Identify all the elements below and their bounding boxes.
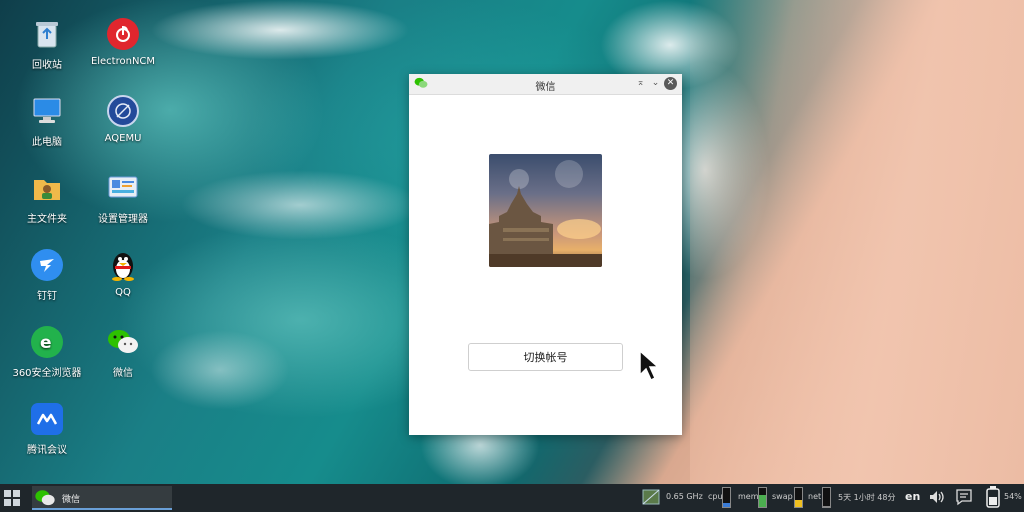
avatar: [489, 154, 602, 267]
window-titlebar[interactable]: 微信 ⌅ ⌄ ✕: [409, 74, 682, 95]
keep-on-top-icon[interactable]: ⌅: [634, 77, 647, 90]
cpu-label: cpu: [708, 492, 723, 501]
switch-account-button[interactable]: 切换帐号: [468, 343, 623, 371]
desktop-icon-aqemu[interactable]: AQEMU: [85, 95, 161, 144]
computer-icon: [31, 95, 63, 127]
close-icon[interactable]: ✕: [664, 77, 677, 90]
netease-music-icon: [107, 18, 139, 50]
taskbar-task-label: 微信: [62, 495, 81, 505]
mem-label: mem: [738, 492, 759, 501]
wechat-icon: [107, 326, 139, 358]
desktop-icon-label: QQ: [115, 287, 131, 298]
volume-icon[interactable]: [928, 488, 946, 508]
360-browser-icon: e: [31, 326, 63, 358]
wechat-icon: [34, 489, 56, 510]
mouse-cursor-icon: [638, 349, 662, 387]
desktop-icon-home-folder[interactable]: 主文件夹: [9, 172, 85, 225]
taskbar: 微信 0.65 GHz cpu mem swap net 5天 1小时 48分 …: [0, 484, 1024, 512]
cpu-freq-icon: [641, 487, 661, 509]
desktop-icon-wechat[interactable]: 微信: [85, 326, 161, 379]
minimize-chevron-icon[interactable]: ⌄: [649, 77, 662, 90]
uptime-text: 5天 1小时 48分: [838, 493, 896, 502]
desktop-icon-label: 360安全浏览器: [12, 368, 82, 379]
desktop-icon-label: 回收站: [32, 60, 62, 71]
dingtalk-icon: [31, 249, 63, 281]
net-label: net: [808, 492, 822, 501]
desktop-icon-qq[interactable]: QQ: [85, 249, 161, 298]
desktop-icon-label: 设置管理器: [98, 214, 148, 225]
mem-meter: [758, 487, 767, 508]
desktop-icon-label: 微信: [113, 368, 133, 379]
settings-manager-icon: [107, 172, 139, 204]
recycle-bin-icon: [31, 18, 63, 50]
desktop-icon-this-pc[interactable]: 此电脑: [9, 95, 85, 148]
desktop-icon-settings-manager[interactable]: 设置管理器: [85, 172, 161, 225]
qq-penguin-icon: [107, 249, 139, 281]
taskbar-task-wechat[interactable]: 微信: [32, 486, 172, 510]
desktop-icon-electronncm[interactable]: ElectronNCM: [85, 18, 161, 67]
svg-text:e: e: [40, 333, 52, 353]
desktop-icon-recycle-bin[interactable]: 回收站: [9, 18, 85, 71]
cpu-meter: [722, 487, 731, 508]
swap-meter: [794, 487, 803, 508]
desktop-icon-label: 钉钉: [37, 291, 57, 302]
battery-percent: 54%: [1004, 492, 1022, 501]
aqemu-icon: [107, 95, 139, 127]
desktop-icon-label: AQEMU: [104, 133, 142, 144]
notification-icon[interactable]: [955, 488, 973, 508]
keyboard-language[interactable]: en: [905, 490, 920, 503]
start-menu-button[interactable]: [4, 490, 20, 509]
home-folder-icon: [31, 172, 63, 204]
battery-icon[interactable]: [986, 486, 1000, 510]
desktop-icon-label: 此电脑: [32, 137, 62, 148]
desktop-icon-tencent-meeting[interactable]: 腾讯会议: [9, 403, 85, 456]
desktop-icon-label: 主文件夹: [27, 214, 67, 225]
cpu-freq-text: 0.65 GHz: [666, 492, 703, 501]
swap-label: swap: [772, 492, 793, 501]
desktop-icon-dingtalk[interactable]: 钉钉: [9, 249, 85, 302]
desktop-icon-360-browser[interactable]: e 360安全浏览器: [9, 326, 85, 379]
desktop-icon-label: 腾讯会议: [27, 445, 67, 456]
net-meter: [822, 487, 831, 508]
tencent-meeting-icon: [31, 403, 63, 435]
desktop-icon-label: ElectronNCM: [90, 56, 156, 67]
